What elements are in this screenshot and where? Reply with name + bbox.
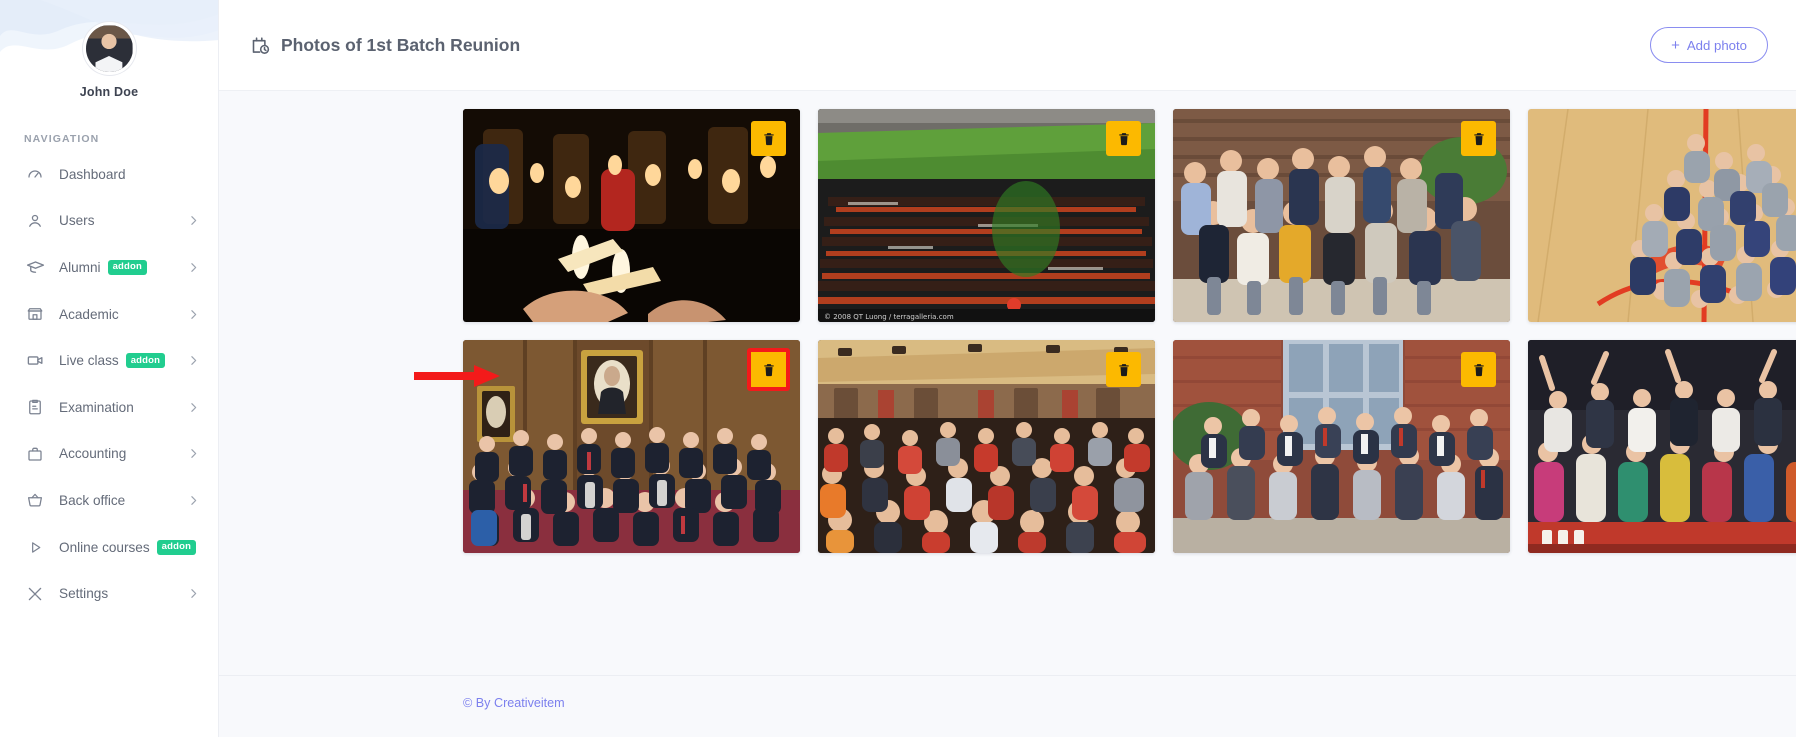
sidebar-item-academic[interactable]: Academic <box>0 291 218 338</box>
sidebar-item-alumni[interactable]: Alumni addon <box>0 244 218 291</box>
delete-photo-button[interactable] <box>1106 352 1141 387</box>
chevron-right-icon <box>187 587 200 600</box>
photo-image-students-group-outdoors <box>1173 109 1510 322</box>
photo-card[interactable] <box>1173 340 1510 553</box>
sidebar: John Doe NAVIGATION Dashboard Users Alum… <box>0 0 219 737</box>
play-icon <box>25 537 45 557</box>
svg-text:© 2008 QT Luong / terragalleri: © 2008 QT Luong / terragalleria.com <box>824 313 954 321</box>
sidebar-item-label: Live class <box>59 353 119 369</box>
trash-icon <box>1473 132 1484 145</box>
addon-badge: addon <box>107 259 148 275</box>
photo-image-celebration-crowd <box>1528 340 1796 553</box>
profile-name: John Doe <box>79 85 139 99</box>
speedometer-icon <box>25 164 45 184</box>
sidebar-item-label: Alumni <box>59 259 101 275</box>
trash-icon <box>763 132 774 145</box>
photo-card[interactable] <box>818 340 1155 553</box>
sidebar-item-label: Online courses <box>59 539 150 555</box>
delete-photo-button[interactable] <box>1461 121 1496 156</box>
page-header: Photos of 1st Batch Reunion + Add photo <box>219 0 1796 91</box>
page-title-text: Photos of 1st Batch Reunion <box>281 34 521 55</box>
main-content: Photos of 1st Batch Reunion + Add photo <box>219 0 1796 737</box>
clipboard-icon <box>25 397 45 417</box>
chevron-right-icon <box>187 494 200 507</box>
bank-icon <box>25 304 45 324</box>
photo-card[interactable] <box>1173 109 1510 322</box>
photo-card[interactable] <box>463 109 800 322</box>
addon-badge: addon <box>125 353 166 369</box>
photo-card[interactable]: © 2008 QT Luong / terragalleria.com <box>818 109 1155 322</box>
sidebar-item-dashboard[interactable]: Dashboard <box>0 151 218 198</box>
chevron-right-icon <box>187 308 200 321</box>
delete-photo-button[interactable] <box>751 121 786 156</box>
sidebar-item-users[interactable]: Users <box>0 198 218 245</box>
photo-card[interactable] <box>1528 340 1796 553</box>
photo-card[interactable] <box>463 340 800 553</box>
photo-image-faculty-group-photo <box>1173 340 1510 553</box>
chevron-right-icon <box>187 261 200 274</box>
graduation-cap-icon <box>25 257 45 277</box>
delete-photo-button[interactable] <box>1461 352 1496 387</box>
trash-icon <box>1118 132 1129 145</box>
sidebar-profile: John Doe <box>0 0 218 99</box>
chevron-right-icon <box>187 401 200 414</box>
sidebar-item-accounting[interactable]: Accounting <box>0 431 218 478</box>
addon-badge: addon <box>156 539 197 555</box>
sidebar-item-label: Academic <box>59 306 119 322</box>
trash-icon <box>1473 363 1484 376</box>
page-title: Photos of 1st Batch Reunion <box>250 35 520 56</box>
sidebar-item-live-class[interactable]: Live class addon <box>0 337 218 384</box>
chevron-right-icon <box>187 447 200 460</box>
navigation-heading: NAVIGATION <box>24 133 100 145</box>
plus-icon: + <box>1671 36 1680 54</box>
calendar-clock-icon <box>250 35 271 56</box>
sidebar-item-examination[interactable]: Examination <box>0 384 218 431</box>
trash-icon <box>1118 363 1129 376</box>
photo-grid: © 2008 QT Luong / terragalleria.com <box>219 109 1796 553</box>
photo-image-gym-floor-group <box>1528 109 1796 322</box>
sidebar-item-label: Examination <box>59 399 134 415</box>
basket-icon <box>25 490 45 510</box>
avatar <box>82 22 136 75</box>
photo-image-candlelight-vigil <box>463 109 800 322</box>
sidebar-item-label: Users <box>59 213 95 229</box>
sidebar-nav: Dashboard Users Alumni addon Academic Li… <box>0 151 218 617</box>
footer: © By Creativeitem <box>219 675 1796 737</box>
add-photo-button[interactable]: + Add photo <box>1650 27 1768 63</box>
sidebar-item-back-office[interactable]: Back office <box>0 477 218 524</box>
add-photo-label: Add photo <box>1686 37 1747 53</box>
delete-photo-button-highlighted[interactable] <box>747 348 790 391</box>
briefcase-icon <box>25 444 45 464</box>
video-camera-icon <box>25 351 45 371</box>
user-icon <box>25 211 45 231</box>
delete-photo-button[interactable] <box>1106 121 1141 156</box>
sidebar-item-settings[interactable]: Settings <box>0 570 218 617</box>
sidebar-item-label: Settings <box>59 586 109 602</box>
tools-icon <box>25 584 45 604</box>
sidebar-item-label: Back office <box>59 492 126 508</box>
trash-icon <box>763 363 774 376</box>
gallery-container: © 2008 QT Luong / terragalleria.com <box>219 91 1796 675</box>
footer-copyright: © By Creativeitem <box>463 696 565 710</box>
sidebar-item-label: Accounting <box>59 446 127 462</box>
photo-card[interactable] <box>1528 109 1796 322</box>
chevron-right-icon <box>187 354 200 367</box>
photo-image-stadium-graduation: © 2008 QT Luong / terragalleria.com <box>818 109 1155 322</box>
sidebar-item-online-courses[interactable]: Online courses addon <box>0 524 218 571</box>
sidebar-item-label: Dashboard <box>59 166 126 182</box>
chevron-right-icon <box>187 214 200 227</box>
photo-image-auditorium-audience <box>818 340 1155 553</box>
app-root: John Doe NAVIGATION Dashboard Users Alum… <box>0 0 1796 737</box>
